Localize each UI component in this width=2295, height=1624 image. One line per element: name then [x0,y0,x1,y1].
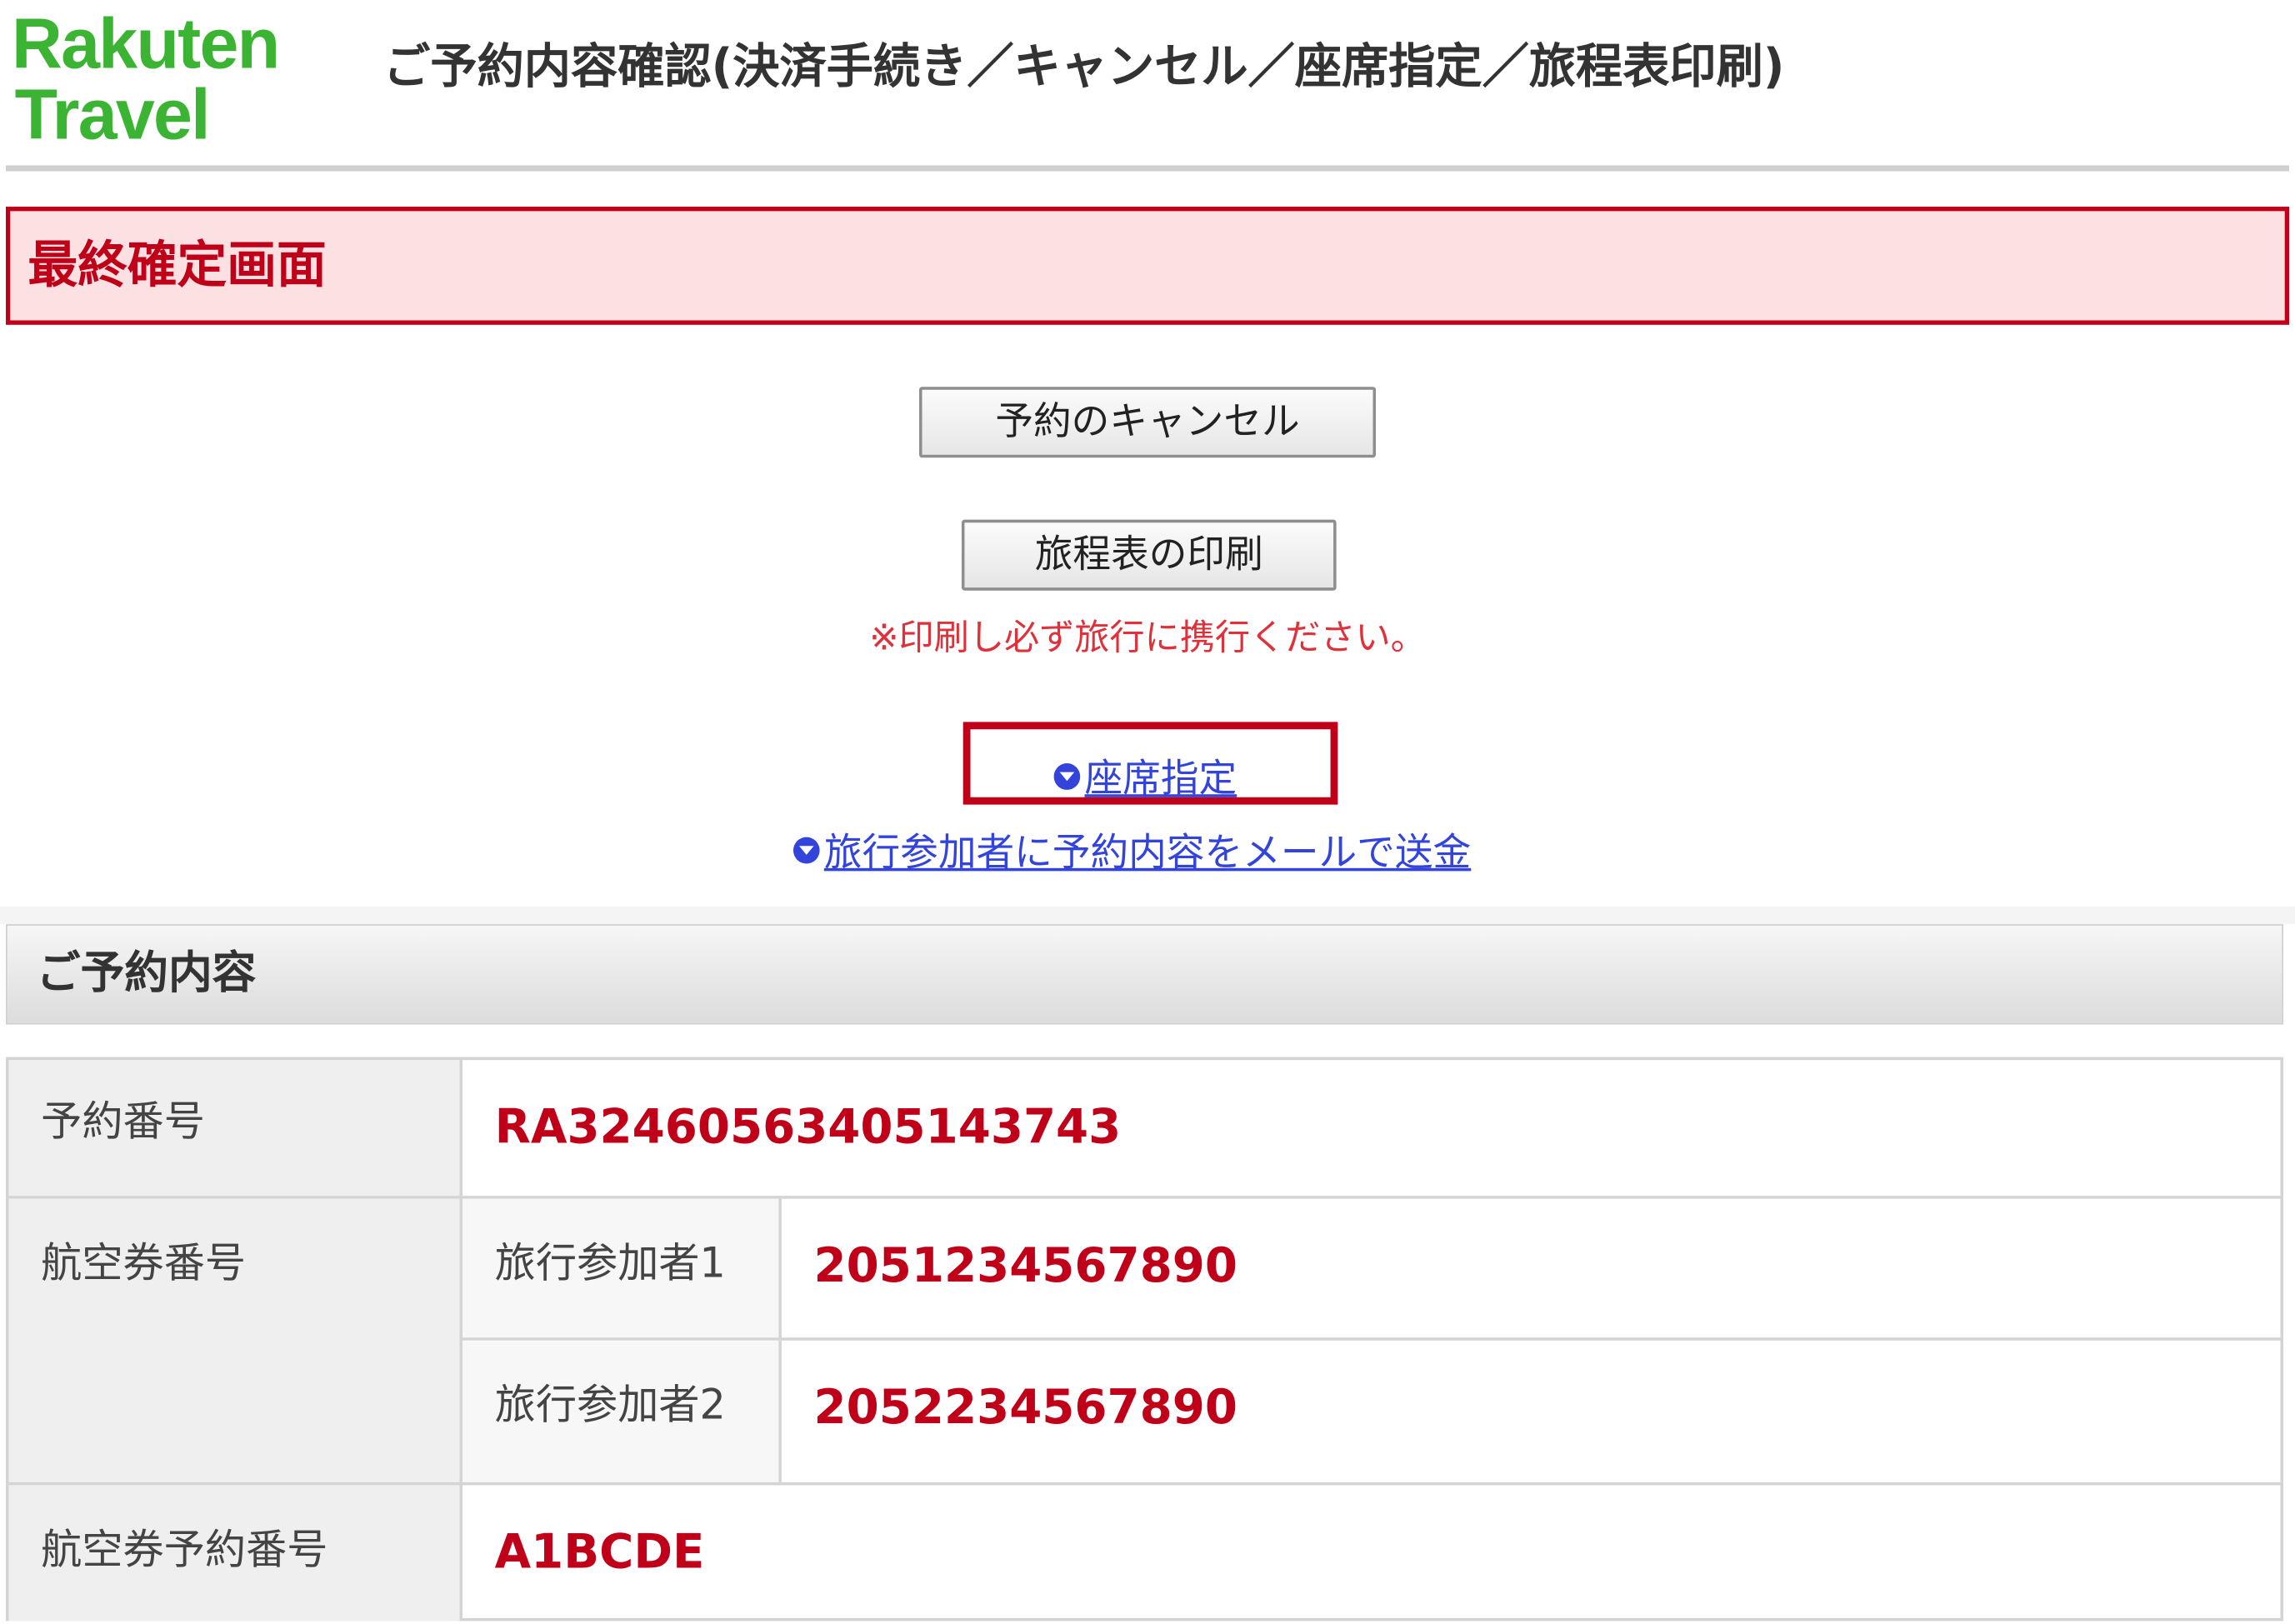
traveler-1-label-cell: 旅行参加者1 [462,1198,782,1338]
page-title: ご予約内容確認(決済手続き／キャンセル／座席指定／旅程表印刷) [383,38,1785,95]
email-travelers-link[interactable]: 旅行参加者に予約内容をメールで送金 [792,827,1472,880]
section-title: ご予約内容 [36,947,257,1000]
logo-line-2: Travel [14,77,211,156]
cancel-reservation-button[interactable]: 予約のキャンセル [919,387,1377,458]
traveler-2-label-cell: 旅行参加者2 [462,1340,782,1482]
reservation-number-value: RA32460563405143743 [494,1098,1122,1155]
section-spacer [0,1024,2295,1057]
final-confirmation-banner: 最終確定画面 [6,207,2290,325]
reservation-details-table: 予約番号 RA32460563405143743 航空券番号 旅行参加者1 20… [6,1057,2283,1622]
reservation-number-header-cell: 予約番号 [8,1060,463,1197]
page-header: Rakuten Travel ご予約内容確認(決済手続き／キャンセル／座席指定／… [0,0,2295,166]
print-itinerary-button[interactable]: 旅程表の印刷 [961,519,1337,591]
ticket-number-header-cell: 航空券番号 [8,1198,463,1482]
ticket-booking-value: A1BCDE [494,1523,705,1580]
ticket-booking-header-cell: 航空券予約番号 [8,1485,463,1622]
reservation-details-header: ご予約内容 [6,924,2283,1025]
rakuten-travel-logo[interactable]: Rakuten Travel [12,3,319,157]
chevron-down-circle-icon [1053,762,1081,790]
ticket-number-label: 航空券番号 [41,1238,247,1288]
reservation-number-value-cell: RA32460563405143743 [462,1060,2280,1196]
traveler-1-ticket-value: 2051234567890 [813,1237,1238,1294]
section-spacer [0,906,2295,925]
traveler-2-label: 旅行参加者2 [494,1380,726,1430]
chevron-down-circle-icon [792,836,820,863]
banner-title: 最終確定画面 [28,236,327,296]
email-travelers-label: 旅行参加者に予約内容をメールで送金 [823,831,1472,876]
page: Rakuten Travel ご予約内容確認(決済手続き／キャンセル／座席指定／… [0,0,2295,1624]
traveler-1-label: 旅行参加者1 [494,1238,726,1288]
ticket-booking-value-cell: A1BCDE [462,1485,2280,1621]
traveler-1-ticket-cell: 2051234567890 [782,1199,2281,1338]
ticket-booking-label: 航空券予約番号 [41,1525,328,1574]
seat-selection-link[interactable]: 座席指定 [1053,753,1238,807]
print-note: ※印刷し必ず旅行に携行ください。 [869,617,1426,659]
traveler-2-ticket-value: 2052234567890 [813,1378,1238,1436]
reservation-number-label: 予約番号 [41,1097,205,1146]
header-divider [6,165,2290,172]
seat-selection-label: 座席指定 [1084,757,1238,802]
traveler-2-ticket-cell: 2052234567890 [782,1341,2281,1482]
